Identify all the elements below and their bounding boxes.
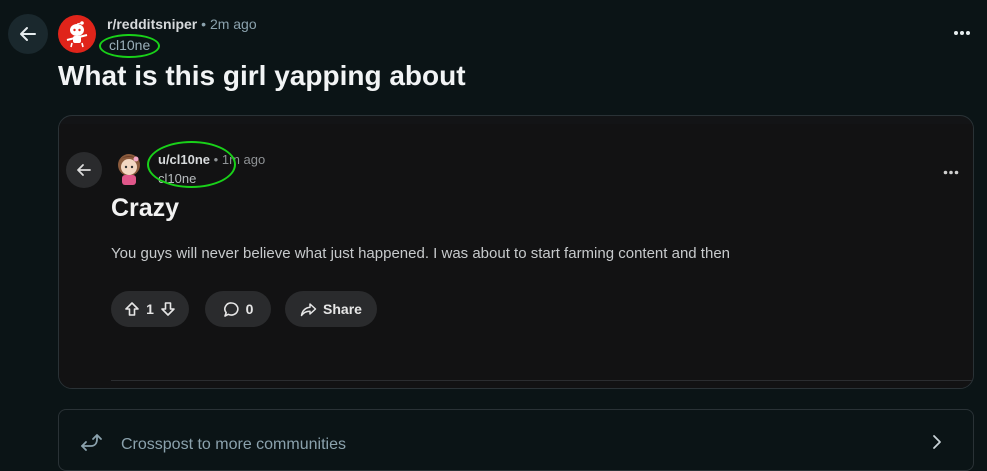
post-title: What is this girl yapping about: [58, 60, 466, 91]
downvote-icon: [161, 302, 175, 316]
embedded-share-label: Share: [323, 301, 362, 317]
arrow-left-icon: [77, 164, 91, 176]
subreddit-avatar[interactable]: [58, 15, 96, 53]
more-options-button[interactable]: [951, 22, 973, 44]
embedded-vote-pill: 1: [111, 291, 189, 327]
embedded-divider: [111, 380, 973, 381]
crosspost-icon: [81, 434, 102, 451]
sniper-snoo-icon: [66, 21, 88, 48]
share-icon: [300, 302, 317, 316]
meta-separator: •: [201, 16, 207, 32]
post-meta: r/redditsniper • 2m ago: [107, 16, 257, 32]
crosspost-label: Crosspost to more communities: [121, 436, 346, 453]
embedded-post-title: Crazy: [111, 194, 180, 222]
arrow-left-icon: [20, 27, 36, 41]
embedded-share-pill: Share: [285, 291, 377, 327]
subreddit-link[interactable]: r/redditsniper: [107, 16, 197, 32]
embedded-vote-count: 1: [146, 301, 154, 317]
embedded-post-content: u/cl10ne • 1m ago cl10ne Crazy You guys …: [59, 124, 973, 388]
post-time: 2m ago: [209, 16, 257, 32]
back-button[interactable]: [8, 14, 48, 54]
author-highlight-circle: [99, 34, 160, 58]
crosspost-button[interactable]: Crosspost to more communities: [58, 409, 974, 471]
embedded-back-button: [66, 152, 102, 188]
more-options-icon: [943, 170, 959, 175]
embedded-comment-pill: 0: [205, 291, 271, 327]
embedded-user-avatar: [112, 151, 146, 187]
embedded-post-image[interactable]: u/cl10ne • 1m ago cl10ne Crazy You guys …: [58, 115, 974, 389]
embedded-comment-count: 0: [245, 301, 254, 317]
anime-girl-avatar-icon: [118, 154, 140, 185]
embedded-author-highlight-circle: [147, 141, 236, 188]
embedded-more-options: [943, 162, 959, 180]
embedded-post-body: You guys will never believe what just ha…: [111, 245, 730, 262]
more-options-icon: [954, 31, 970, 35]
comment-icon: [223, 301, 239, 317]
chevron-right-icon: [933, 435, 941, 449]
upvote-icon: [125, 302, 139, 316]
